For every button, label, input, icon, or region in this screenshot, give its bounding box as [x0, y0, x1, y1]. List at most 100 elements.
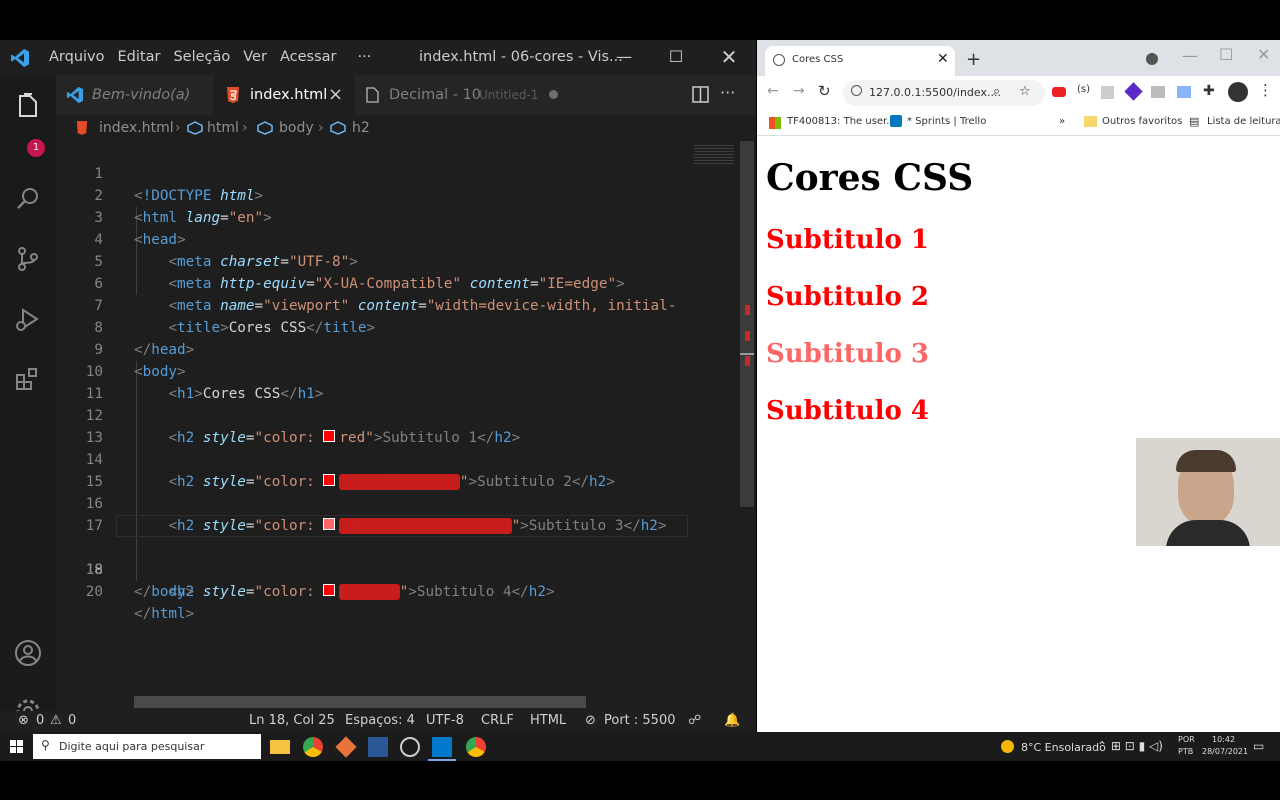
puzzle-extensions-icon[interactable]: ✚	[1203, 83, 1215, 99]
vscode-logo-icon	[11, 49, 29, 67]
menu-acessar[interactable]: Acessar	[280, 49, 337, 65]
code-line: 14 <h2 style="color: rgb(255, 0, 0)">Sub…	[56, 427, 688, 490]
maximize-icon[interactable]: ☐	[1219, 45, 1233, 64]
tab-search-icon[interactable]	[1146, 53, 1158, 65]
breadcrumb-file[interactable]: index.html	[99, 120, 174, 136]
git-icon[interactable]	[335, 736, 357, 758]
code-editor[interactable]: 1 <!DOCTYPE html> 2 <html lang="en"> 3 <…	[56, 141, 688, 711]
zoom-icon[interactable]: ⌕	[993, 84, 1000, 99]
windows-start-icon[interactable]	[10, 740, 23, 753]
notification-center-icon[interactable]: ▭	[1253, 739, 1264, 753]
color-swatch-icon[interactable]	[323, 584, 336, 596]
avatar[interactable]	[1228, 82, 1248, 102]
weather-sun-icon	[1001, 740, 1014, 753]
extension-icon[interactable]	[1177, 86, 1191, 98]
tab-index-html[interactable]: index.html ×	[214, 75, 354, 115]
feedback-icon[interactable]: ☍	[688, 713, 701, 728]
notifications-bell-icon[interactable]: 🔔	[724, 713, 740, 728]
back-icon[interactable]: ←	[767, 83, 779, 99]
address-bar[interactable]: 127.0.0.1:5500/index.... ⌕ ☆	[843, 80, 1045, 106]
encoding[interactable]: UTF-8	[426, 713, 464, 728]
search-placeholder: Digite aqui para pesquisar	[59, 740, 205, 753]
current-line-highlight	[116, 515, 688, 537]
extensions-icon[interactable]	[14, 365, 42, 393]
source-control-icon[interactable]	[14, 245, 42, 273]
cursor-position[interactable]: Ln 18, Col 25	[249, 713, 335, 728]
weather-text[interactable]: 8°C Ensolarado	[1021, 741, 1106, 754]
obs-icon[interactable]	[400, 737, 420, 757]
bookmark-folder[interactable]: Outros favoritos	[1102, 116, 1182, 127]
app-icon[interactable]	[368, 737, 388, 757]
element-icon	[257, 121, 273, 135]
vscode-taskbar-icon[interactable]	[432, 737, 452, 757]
language-mode[interactable]: HTML	[530, 713, 566, 728]
bookmarks-overflow[interactable]: »	[1059, 116, 1065, 127]
breadcrumb-html[interactable]: html	[207, 120, 239, 136]
extension-icon[interactable]	[1151, 86, 1165, 98]
tray-icons[interactable]: ⌃ ⊞ ⊡ ▮ ◁)	[1097, 739, 1163, 753]
chrome-icon[interactable]	[466, 737, 486, 757]
split-editor-icon[interactable]	[692, 86, 709, 103]
maximize-icon[interactable]: ☐	[665, 46, 687, 68]
clock-time[interactable]: 10:42	[1212, 735, 1235, 744]
search-icon[interactable]	[14, 185, 42, 213]
menu-selecao[interactable]: Seleção	[173, 49, 230, 65]
file-explorer-icon[interactable]	[270, 740, 290, 754]
vscode-window: Arquivo Editar Seleção Ver Acessar ··· i…	[0, 40, 756, 732]
horizontal-scrollbar[interactable]	[134, 696, 586, 708]
tab-decimal[interactable]: Decimal - 10 Untitled-1	[354, 75, 574, 115]
close-window-icon[interactable]: ✕	[718, 46, 740, 68]
explorer-icon[interactable]	[14, 92, 42, 120]
indentation[interactable]: Espaços: 4	[345, 713, 415, 728]
vertical-scrollbar[interactable]	[740, 141, 754, 507]
account-icon[interactable]	[14, 639, 42, 667]
extension-icon[interactable]	[1101, 86, 1114, 99]
minimize-icon[interactable]: —	[1182, 46, 1198, 65]
bookmark-item[interactable]: * Sprints | Trello	[907, 116, 986, 127]
warning-icon[interactable]: ⚠	[50, 713, 62, 728]
site-info-icon[interactable]	[851, 85, 862, 96]
end-of-line[interactable]: CRLF	[481, 713, 514, 728]
errors-icon[interactable]: ⊗	[18, 713, 29, 728]
warnings-count[interactable]: 0	[68, 713, 76, 728]
tab-close-icon[interactable]: ✕	[937, 51, 949, 67]
bookmark-item[interactable]: TF400813: The user...	[787, 116, 896, 127]
code-line: 4 <meta charset="UTF-8">	[56, 207, 688, 270]
taskbar-search[interactable]: ⚲ Digite aqui para pesquisar	[33, 734, 261, 759]
no-entry-icon: ⊘	[585, 713, 596, 728]
menu-more[interactable]: ···	[357, 49, 371, 65]
tab-welcome[interactable]: Bem-vindo(a)	[56, 75, 214, 115]
chrome-menu-icon[interactable]: ⋮	[1258, 81, 1273, 99]
menu-ver[interactable]: Ver	[243, 49, 267, 65]
extension-icon[interactable]: (s)	[1077, 84, 1090, 95]
clock-date[interactable]: 28/07/2021	[1202, 747, 1248, 756]
tab-close-icon[interactable]: ×	[328, 75, 343, 115]
extension-icon[interactable]	[1124, 82, 1143, 101]
code-line: 17	[56, 493, 688, 534]
breadcrumb-body[interactable]: body	[279, 120, 314, 136]
breadcrumb-h2[interactable]: h2	[352, 120, 370, 136]
browser-tab[interactable]: Cores CSS ✕	[765, 46, 955, 76]
token: h2	[528, 584, 547, 600]
menu-arquivo[interactable]: Arquivo	[49, 49, 105, 65]
live-server-port[interactable]: Port : 5500	[604, 713, 676, 728]
chrome-icon[interactable]	[303, 737, 323, 757]
browser-tab-title: Cores CSS	[792, 54, 844, 65]
minimap[interactable]	[688, 141, 738, 711]
input-language[interactable]: POR	[1178, 735, 1195, 744]
reload-icon[interactable]: ↻	[818, 82, 831, 100]
more-actions-icon[interactable]: ···	[720, 75, 735, 111]
code-line: 7 <title>Cores CSS</title>	[56, 273, 688, 336]
new-tab-icon[interactable]: +	[966, 49, 981, 70]
close-window-icon[interactable]: ✕	[1257, 45, 1270, 64]
input-language-layout[interactable]: PTB	[1178, 747, 1193, 756]
minimize-icon[interactable]: —	[613, 46, 635, 68]
run-debug-icon[interactable]	[14, 305, 42, 333]
youtube-extension-icon[interactable]	[1052, 87, 1066, 97]
reading-list[interactable]: Lista de leitura	[1207, 116, 1280, 127]
errors-count[interactable]: 0	[36, 713, 44, 728]
forward-icon[interactable]: →	[793, 83, 805, 99]
menu-editar[interactable]: Editar	[118, 49, 161, 65]
bookmark-star-icon[interactable]: ☆	[1019, 84, 1031, 99]
token: body	[151, 584, 186, 600]
